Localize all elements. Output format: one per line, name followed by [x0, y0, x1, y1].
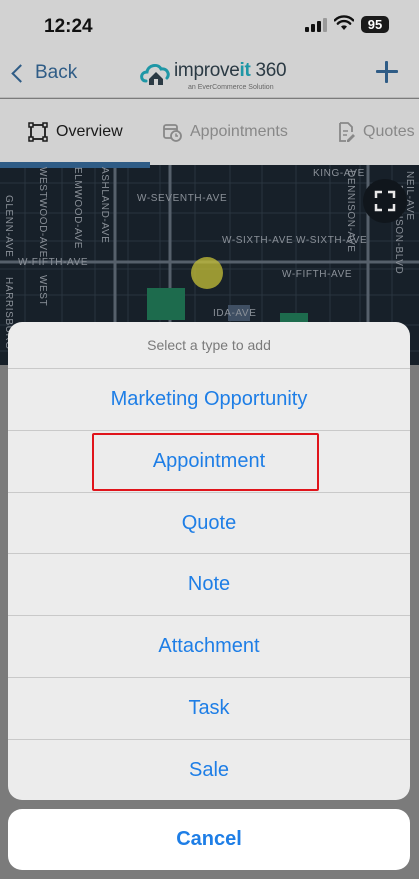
cancel-button[interactable]: Cancel: [8, 809, 410, 870]
street-label: W-SIXTH-AVE: [222, 235, 294, 246]
fullscreen-button[interactable]: [363, 179, 407, 223]
document-edit-icon: [339, 122, 355, 142]
fullscreen-icon: [374, 190, 396, 212]
street-label: W-SIXTH-AVE: [296, 235, 368, 246]
option-marketing-opportunity[interactable]: Marketing Opportunity: [8, 369, 410, 431]
street-label: IDA-AVE: [213, 308, 257, 319]
house-cloud-logo-icon: [140, 63, 170, 85]
back-label: Back: [35, 62, 78, 83]
logo-subtitle: an EverCommerce Solution: [188, 84, 274, 91]
logo: improveit 360 an EverCommerce Solution: [140, 55, 287, 93]
street-label: W-FIFTH-AVE: [282, 269, 353, 280]
navigation-bar: Back improveit 360 an EverCommerce Solut…: [0, 50, 419, 98]
add-button[interactable]: [373, 58, 401, 86]
street-label: KING-AVE: [313, 168, 365, 179]
option-sale[interactable]: Sale: [8, 740, 410, 800]
street-label: ELMWOOD-AVE: [72, 167, 83, 249]
battery-icon: 95: [361, 16, 389, 33]
tab-quotes[interactable]: Quotes: [337, 99, 415, 165]
tab-label: Overview: [56, 123, 123, 140]
tab-appointments[interactable]: Appointments: [162, 99, 288, 165]
wifi-icon: [334, 15, 354, 30]
street-label: WESTWOOD-AVE: [37, 167, 48, 258]
tab-overview[interactable]: Overview: [28, 99, 123, 165]
tab-label: Quotes: [363, 123, 415, 140]
street-label: WEST: [37, 275, 48, 307]
street-label: ASHLAND-AVE: [99, 167, 110, 244]
option-quote[interactable]: Quote: [8, 493, 410, 555]
action-sheet-title: Select a type to add: [8, 322, 410, 369]
street-label: W-SEVENTH-AVE: [137, 193, 228, 204]
back-button[interactable]: Back: [8, 60, 77, 86]
tab-label: Appointments: [190, 123, 288, 140]
tab-bar: Overview Appointments Quotes: [0, 99, 419, 165]
street-label: DENNISON-AVE: [345, 170, 356, 253]
street-label: W-FIFTH-AVE: [18, 257, 89, 268]
action-sheet: Select a type to add Marketing Opportuni…: [8, 322, 410, 800]
option-task[interactable]: Task: [8, 678, 410, 740]
option-note[interactable]: Note: [8, 554, 410, 617]
option-attachment[interactable]: Attachment: [8, 616, 410, 678]
cellular-signal-icon: [305, 18, 327, 32]
option-appointment[interactable]: Appointment: [8, 431, 410, 493]
overview-icon: [28, 122, 48, 142]
street-label: GLENN-AVE: [3, 195, 14, 258]
calendar-clock-icon: [163, 124, 182, 142]
logo-wordmark: improveit 360: [174, 60, 287, 81]
chevron-left-icon: [11, 63, 30, 83]
status-bar: 12:24 95: [0, 0, 419, 50]
status-time: 12:24: [44, 16, 93, 37]
